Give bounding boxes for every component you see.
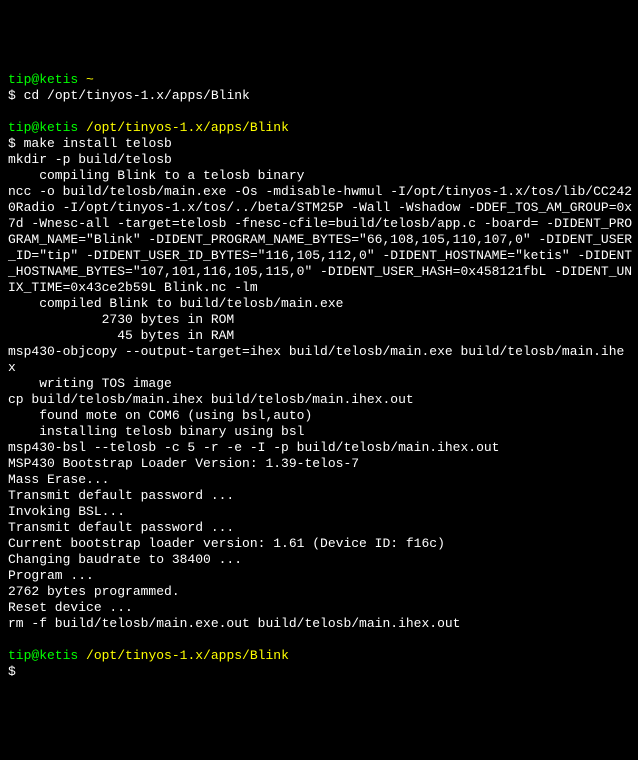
prompt-user: tip@ketis — [8, 72, 78, 87]
prompt-path: /opt/tinyos-1.x/apps/Blink — [86, 120, 289, 135]
terminal[interactable]: tip@ketis ~ $ cd /opt/tinyos-1.x/apps/Bl… — [8, 72, 630, 680]
prompt-user: tip@ketis — [8, 648, 78, 663]
prompt-symbol: $ — [8, 664, 16, 679]
terminal-output: mkdir -p build/telosb compiling Blink to… — [8, 152, 630, 632]
prompt-symbol: $ — [8, 136, 16, 151]
prompt-user: tip@ketis — [8, 120, 78, 135]
command-text: cd /opt/tinyos-1.x/apps/Blink — [24, 88, 250, 103]
prompt-path: /opt/tinyos-1.x/apps/Blink — [86, 648, 289, 663]
prompt-symbol: $ — [8, 88, 16, 103]
prompt-path: ~ — [86, 72, 94, 87]
command-text: make install telosb — [24, 136, 172, 151]
